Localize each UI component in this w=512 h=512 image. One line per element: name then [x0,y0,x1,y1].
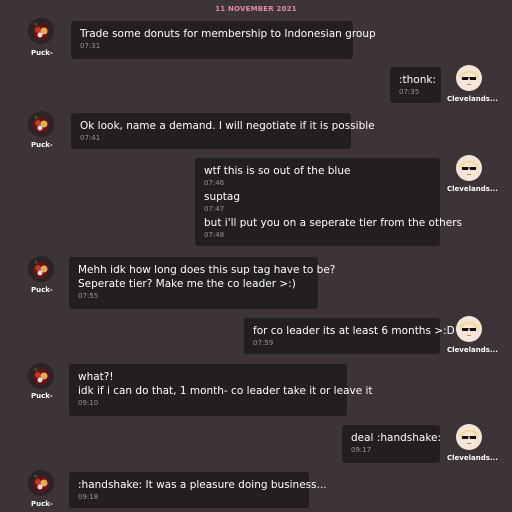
message-text: Mehh idk how long does this sup tag have… [78,264,336,276]
avatar-cleveland[interactable] [456,65,482,91]
message-text: :thonk: [399,74,437,86]
avatar-puck[interactable] [28,470,54,496]
message-text: suptag [204,191,241,203]
message-time: 07:47 [204,205,225,213]
message-text: for co leader its at least 6 months >:D [253,325,455,337]
username-puck[interactable]: Puck- [31,49,53,57]
message-time: 09:17 [351,446,372,454]
message-bubble: :thonk: 07:35 [390,67,441,103]
message-bubble: Ok look, name a demand. I will negotiate… [71,113,375,149]
avatar-cleveland[interactable] [456,316,482,342]
message-bubble: what?! idk if i can do that, 1 month- co… [69,364,373,416]
avatar-puck[interactable] [28,18,54,44]
message-text: Seperate tier? Make me the co leader >:) [78,278,296,290]
message-bubble: :handshake: It was a pleasure doing busi… [69,472,327,508]
message-text: Trade some donuts for membership to Indo… [80,28,376,40]
avatar-puck[interactable] [28,256,54,282]
avatar-cleveland[interactable] [456,424,482,450]
message-time: 07:59 [253,339,274,347]
message-time: 07:46 [204,179,225,187]
message-text: but i'll put you on a seperate tier from… [204,217,462,229]
username-puck[interactable]: Puck- [31,392,53,400]
username-puck[interactable]: Puck- [31,141,53,149]
message-time: 09:18 [78,493,99,501]
message-text: :handshake: It was a pleasure doing busi… [78,479,327,491]
message-bubble: wtf this is so out of the blue 07:46 sup… [195,158,462,246]
message-bubble: Trade some donuts for membership to Indo… [71,21,376,59]
message-bubble: deal :handshake: 09:17 [342,425,442,463]
message-text: Ok look, name a demand. I will negotiate… [80,120,375,132]
date-header: 11 NOVEMBER 2021 [215,5,297,13]
message-text: deal :handshake: [351,432,442,444]
message-text: idk if i can do that, 1 month- co leader… [78,385,373,397]
avatar-puck[interactable] [28,363,54,389]
avatar-puck[interactable] [28,111,54,137]
message-time: 07:35 [399,88,420,96]
username-cleveland[interactable]: Clevelands... [447,346,498,354]
username-puck[interactable]: Puck- [31,500,53,508]
message-time: 07:48 [204,231,225,239]
username-puck[interactable]: Puck- [31,286,53,294]
username-cleveland[interactable]: Clevelands... [447,185,498,193]
message-time: 07:41 [80,134,101,142]
avatar-cleveland[interactable] [456,155,482,181]
message-bubble: for co leader its at least 6 months >:D … [244,318,455,354]
message-time: 07:31 [80,42,101,50]
message-text: what?! [78,371,114,383]
username-cleveland[interactable]: Clevelands... [447,454,498,462]
message-time: 07:55 [78,292,99,300]
message-text: wtf this is so out of the blue [204,165,351,177]
message-time: 09:10 [78,399,99,407]
message-bubble: Mehh idk how long does this sup tag have… [69,257,336,309]
username-cleveland[interactable]: Clevelands... [447,95,498,103]
